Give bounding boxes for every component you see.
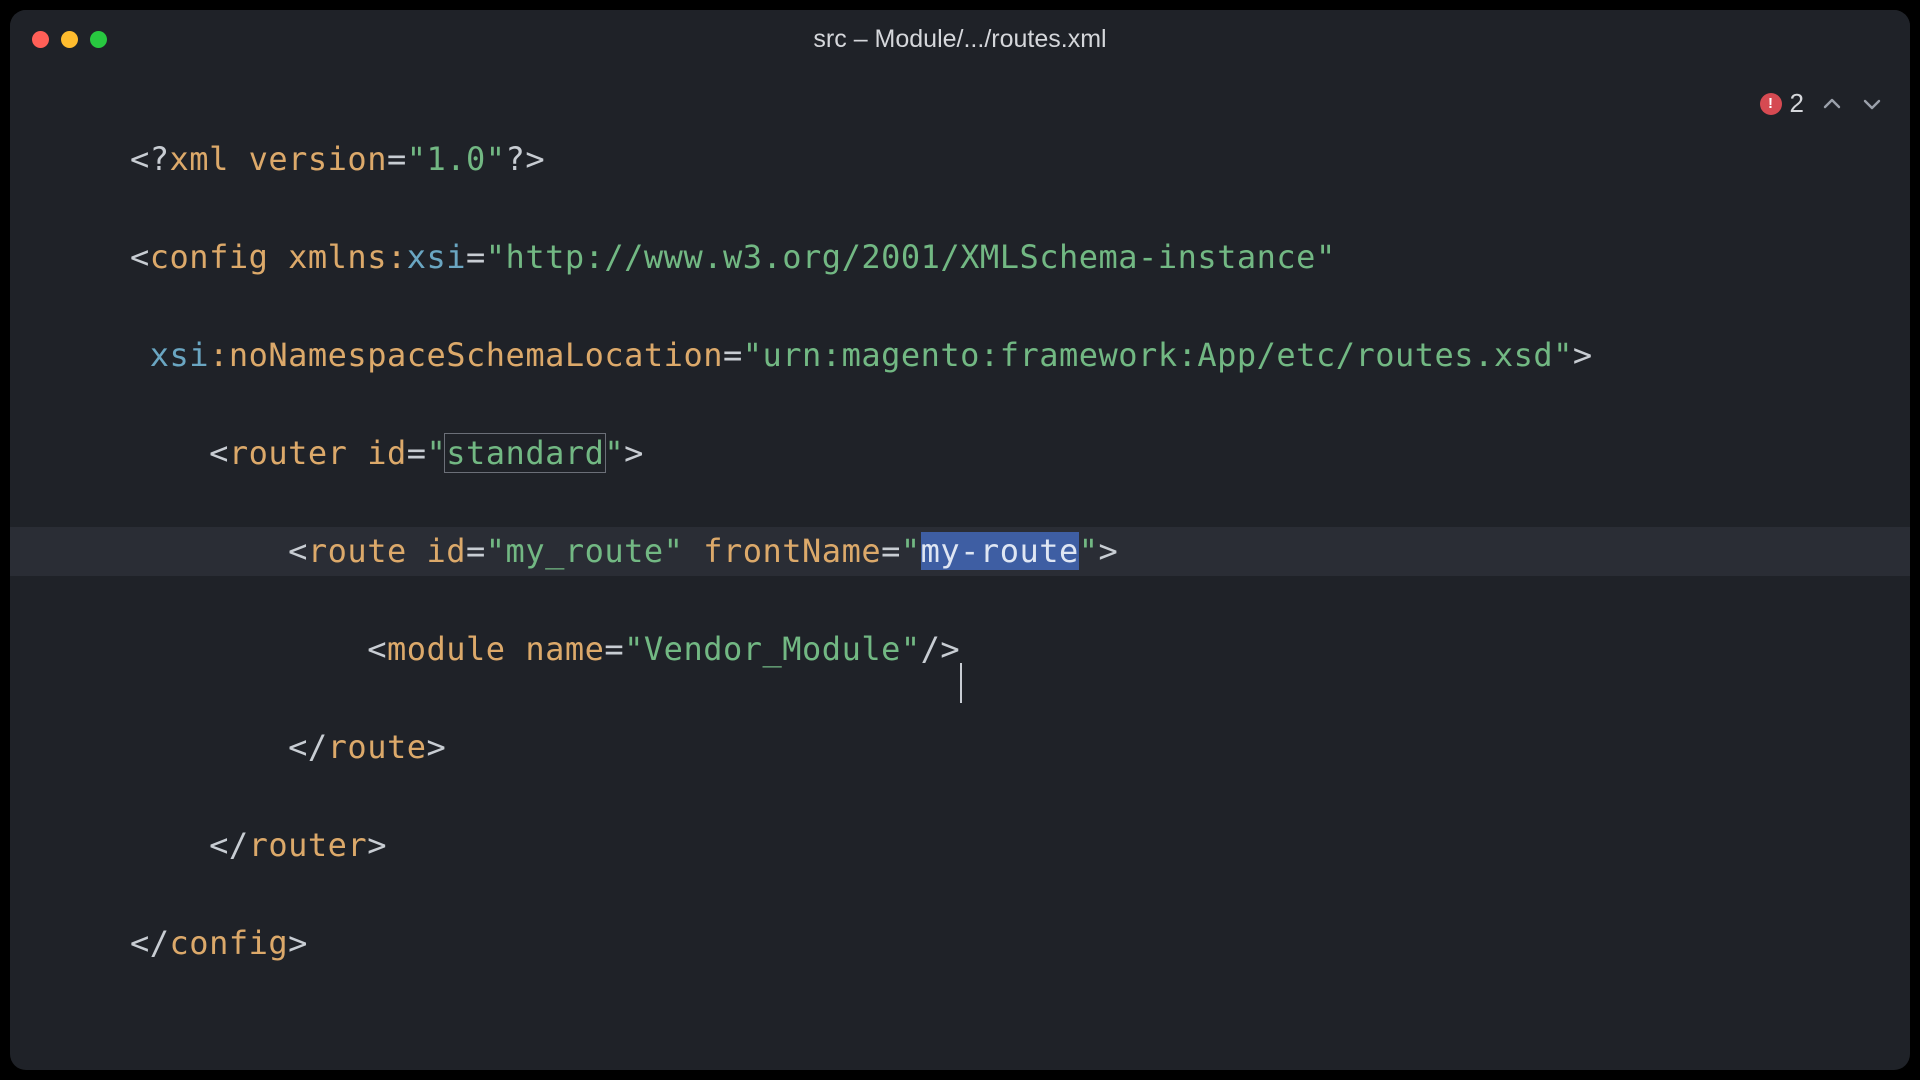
- code-line[interactable]: </router>: [10, 821, 1910, 870]
- code-line[interactable]: <?xml version="1.0"?>: [10, 135, 1910, 184]
- code-line[interactable]: <router id="standard">: [10, 429, 1910, 478]
- window-controls: [10, 31, 107, 48]
- code-line-active[interactable]: <route id="my_route" frontName="my-route…: [10, 527, 1910, 576]
- boxed-value-standard: standard: [444, 433, 606, 473]
- code-line[interactable]: <module name="Vendor_Module"/>: [10, 625, 1910, 674]
- code-line[interactable]: </route>: [10, 723, 1910, 772]
- editor-window: src – Module/.../routes.xml ! 2 <?xml ve…: [10, 10, 1910, 1070]
- code-line[interactable]: <config xmlns:xsi="http://www.w3.org/200…: [10, 233, 1910, 282]
- selection-my-route: my-route: [921, 532, 1079, 570]
- code-editor[interactable]: <?xml version="1.0"?> <config xmlns:xsi=…: [10, 68, 1910, 1070]
- minimize-window-button[interactable]: [61, 31, 78, 48]
- code-line[interactable]: </config>: [10, 919, 1910, 968]
- zoom-window-button[interactable]: [90, 31, 107, 48]
- titlebar: src – Module/.../routes.xml: [10, 10, 1910, 68]
- close-window-button[interactable]: [32, 31, 49, 48]
- code-line[interactable]: xsi:noNamespaceSchemaLocation="urn:magen…: [10, 331, 1910, 380]
- window-title: src – Module/.../routes.xml: [10, 25, 1910, 54]
- editor-area[interactable]: ! 2 <?xml version="1.0"?> <config xmlns:…: [10, 68, 1910, 1070]
